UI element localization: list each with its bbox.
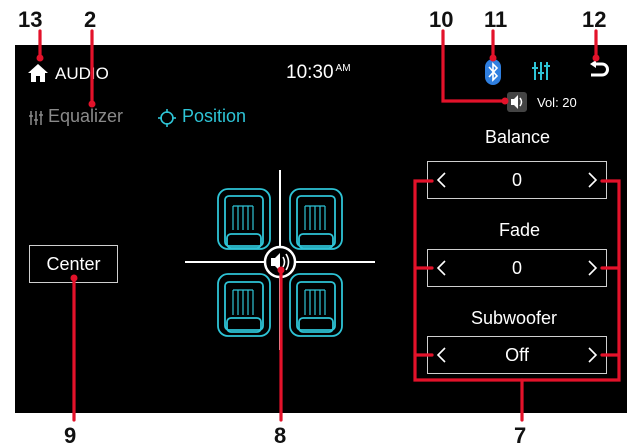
leader-7-box [413,179,621,382]
callout-leader-lines [36,29,621,422]
leader-10 [441,29,507,103]
